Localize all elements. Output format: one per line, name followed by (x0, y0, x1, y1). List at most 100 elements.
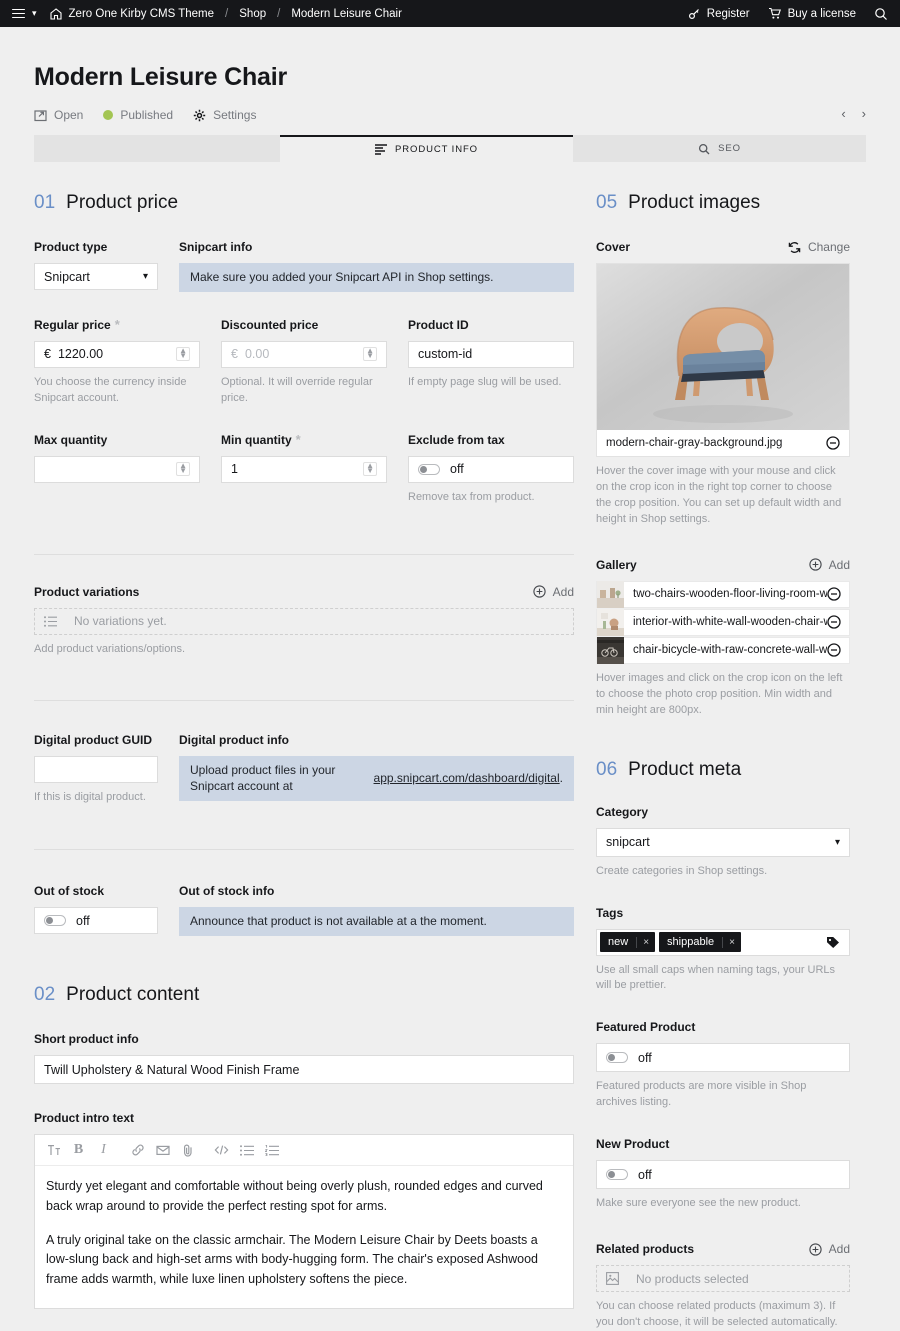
variations-header: Product variations Add (34, 585, 574, 599)
change-cover-button[interactable]: Change (788, 240, 850, 254)
toggle-switch[interactable] (606, 1052, 628, 1063)
bold-icon[interactable]: B (66, 1139, 91, 1161)
link-icon[interactable] (125, 1139, 150, 1161)
out-of-stock-value: off (76, 914, 90, 928)
intro-text-editor[interactable]: B I (34, 1134, 574, 1309)
text-format-icon[interactable] (41, 1139, 66, 1161)
featured-toggle[interactable]: off (596, 1043, 850, 1072)
remove-circle-icon[interactable] (827, 587, 849, 601)
related-products-header: Related products Add (596, 1242, 850, 1256)
tag-chip[interactable]: shippable × (659, 932, 741, 952)
remove-circle-icon[interactable] (827, 643, 849, 657)
right-column: 05 Product images Cover Change (596, 192, 850, 1331)
attachment-icon[interactable] (175, 1139, 200, 1161)
remove-circle-icon[interactable] (826, 436, 840, 450)
toggle-switch[interactable] (606, 1169, 628, 1180)
tab-bar: PRODUCT INFO SEO (34, 135, 866, 162)
category-select[interactable]: snipcart ▾ (596, 828, 850, 857)
digital-guid-input[interactable] (34, 756, 158, 783)
product-type-select[interactable]: Snipcart ▾ (34, 263, 158, 290)
short-info-input[interactable]: Twill Upholstery & Natural Wood Finish F… (34, 1055, 574, 1084)
related-products-empty-text: No products selected (636, 1272, 749, 1286)
gallery-header: Gallery Add (596, 558, 850, 572)
cover-help: Hover the cover image with your mouse an… (596, 464, 850, 528)
new-product-toggle[interactable]: off (596, 1160, 850, 1189)
change-cover-label: Change (808, 240, 850, 254)
prev-page-button[interactable]: ‹ (841, 106, 845, 121)
tab-product-info-label: PRODUCT INFO (395, 144, 478, 155)
max-quantity-input[interactable]: ▲▼ (34, 456, 200, 483)
gallery-thumbnail[interactable] (597, 637, 624, 664)
gallery-item[interactable]: interior-with-white-wall-wooden-chair-w… (596, 609, 850, 636)
tab-seo[interactable]: SEO (573, 135, 866, 162)
add-variation-button[interactable]: Add (533, 585, 574, 599)
stepper-icon[interactable]: ▲▼ (363, 347, 377, 361)
gallery-item[interactable]: two-chairs-wooden-floor-living-room-wit… (596, 581, 850, 608)
out-of-stock-toggle[interactable]: off (34, 907, 158, 934)
buy-license-label: Buy a license (788, 8, 856, 20)
tab-product-info[interactable]: PRODUCT INFO (280, 135, 573, 162)
page-title: Modern Leisure Chair (34, 63, 866, 92)
snipcart-dashboard-link[interactable]: app.snipcart.com/dashboard/digital (374, 770, 560, 787)
tag-chip[interactable]: new × (600, 932, 655, 952)
exclude-tax-toggle[interactable]: off (408, 456, 574, 483)
variations-empty-state[interactable]: No variations yet. (34, 608, 574, 635)
min-quantity-input[interactable]: 1 ▲▼ (221, 456, 387, 483)
currency-symbol: € (44, 347, 51, 361)
code-icon[interactable] (209, 1139, 234, 1161)
breadcrumb-item-site[interactable]: Zero One Kirby CMS Theme (69, 8, 215, 20)
cover-image-card[interactable]: modern-chair-gray-background.jpg (596, 263, 850, 457)
buy-license-button[interactable]: Buy a license (768, 7, 856, 20)
breadcrumb-item-shop[interactable]: Shop (239, 8, 266, 20)
bullet-list-icon[interactable] (234, 1139, 259, 1161)
italic-icon[interactable]: I (91, 1139, 116, 1161)
product-id-input[interactable]: custom-id (408, 341, 574, 368)
cover-filename: modern-chair-gray-background.jpg (606, 437, 782, 449)
product-id-help: If empty page slug will be used. (408, 375, 574, 391)
cover-image[interactable] (597, 264, 849, 430)
related-products-empty-state[interactable]: No products selected (596, 1265, 850, 1292)
tags-label: Tags (596, 906, 850, 920)
remove-tag-button[interactable]: × (722, 937, 741, 948)
list-lines-icon (375, 144, 387, 155)
add-gallery-button[interactable]: Add (809, 558, 850, 572)
min-quantity-value: 1 (231, 462, 238, 476)
breadcrumb-item-current: Modern Leisure Chair (291, 8, 402, 20)
tags-input[interactable]: new × shippable × (596, 929, 850, 956)
open-label: Open (54, 108, 83, 122)
hamburger-icon[interactable] (12, 9, 25, 19)
home-icon[interactable] (50, 8, 62, 20)
section-title: Product meta (628, 759, 741, 781)
tag-icon[interactable] (826, 936, 847, 949)
next-page-button[interactable]: › (862, 106, 866, 121)
discounted-price-input[interactable]: € 0.00 ▲▼ (221, 341, 387, 368)
email-icon[interactable] (150, 1139, 175, 1161)
stepper-icon[interactable]: ▲▼ (176, 347, 190, 361)
featured-value: off (638, 1051, 652, 1065)
toggle-switch[interactable] (44, 915, 66, 926)
chevron-down-icon[interactable]: ▾ (32, 8, 37, 19)
remove-circle-icon[interactable] (827, 615, 849, 629)
add-gallery-label: Add (829, 558, 850, 572)
gallery-thumbnail[interactable] (597, 581, 624, 608)
status-badge[interactable]: Published (103, 108, 173, 122)
open-button[interactable]: Open (34, 108, 83, 122)
digital-info-label: Digital product info (179, 733, 574, 747)
settings-button[interactable]: Settings (193, 108, 256, 122)
intro-text-body[interactable]: Sturdy yet elegant and comfortable witho… (35, 1166, 573, 1308)
search-icon[interactable] (874, 7, 888, 21)
gallery-thumbnail[interactable] (597, 609, 624, 636)
tag-label: new (600, 936, 636, 948)
gallery-filename: two-chairs-wooden-floor-living-room-wit… (624, 588, 827, 600)
section-header-product-content: 02 Product content (34, 984, 574, 1006)
stepper-icon[interactable]: ▲▼ (363, 462, 377, 476)
gallery-item[interactable]: chair-bicycle-with-raw-concrete-wall-wo… (596, 637, 850, 664)
ordered-list-icon[interactable] (259, 1139, 284, 1161)
register-button[interactable]: Register (688, 7, 750, 20)
add-related-product-button[interactable]: Add (809, 1242, 850, 1256)
stepper-icon[interactable]: ▲▼ (176, 462, 190, 476)
remove-tag-button[interactable]: × (636, 937, 655, 948)
toggle-switch[interactable] (418, 464, 440, 475)
regular-price-input[interactable]: € 1220.00 ▲▼ (34, 341, 200, 368)
divider (34, 849, 574, 850)
